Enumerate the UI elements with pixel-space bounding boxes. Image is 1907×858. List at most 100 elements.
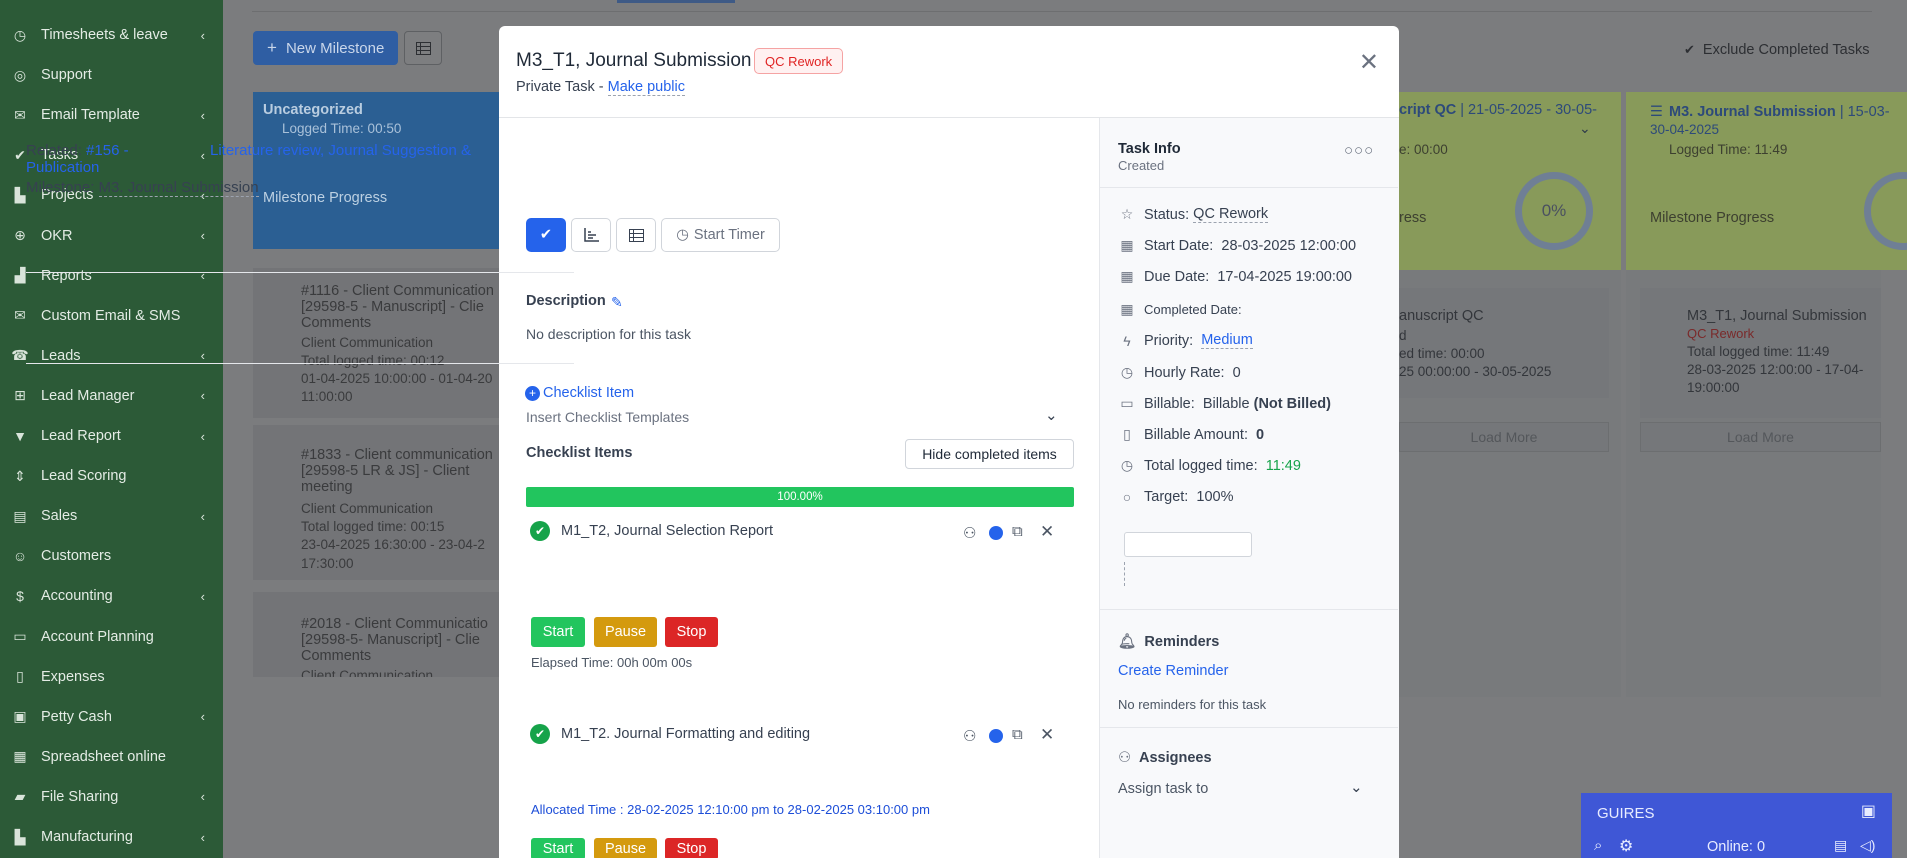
sidebar-item[interactable]: ◎ Support <box>0 57 223 93</box>
timesheets-button[interactable] <box>616 218 656 252</box>
sidebar-item[interactable]: ☎ Leads ‹ <box>0 338 223 374</box>
kanban-card[interactable]: anuscript QC d ed time: 00:00 25 00:00:0… <box>1399 288 1609 398</box>
delete-icon[interactable]: ✕ <box>1040 522 1054 542</box>
sidebar-item-label: Lead Scoring <box>41 468 127 485</box>
chevron-down-icon[interactable]: ⌄ <box>1045 406 1058 424</box>
sidebar-item[interactable]: ⊞ Lead Manager ‹ <box>0 378 223 414</box>
related-project-link[interactable]: Literature review, Journal Suggestion & <box>210 142 471 159</box>
milestone-progress-label: Milestone Progress <box>263 190 388 206</box>
close-icon[interactable]: ✕ <box>1359 48 1379 77</box>
modal-header: M3_T1, Journal Submission QC Rework Priv… <box>499 26 1399 118</box>
start-button[interactable]: Start <box>531 617 585 647</box>
sidebar-item[interactable]: ▙ Manufacturing ‹ <box>0 819 223 855</box>
assign-task-select[interactable]: Assign task to <box>1118 781 1208 797</box>
status-value[interactable]: QC Rework <box>1193 206 1269 223</box>
table-view-button[interactable] <box>404 31 442 65</box>
start-date-value[interactable]: 28-03-2025 12:00:00 <box>1221 238 1356 254</box>
sidebar-item[interactable]: ▦ Spreadsheet online <box>0 739 223 775</box>
kanban-card[interactable]: M3_T1, Journal Submission QC Rework Tota… <box>1640 288 1881 418</box>
column-title: cript QC <box>1399 102 1457 118</box>
statistics-button[interactable] <box>571 218 611 252</box>
related-project-link[interactable]: Publication <box>26 159 99 176</box>
search-icon[interactable]: ⌕ <box>1594 837 1602 854</box>
sidebar-item[interactable]: ▣ Petty Cash ‹ <box>0 699 223 735</box>
start-timer-button[interactable]: ◷ Start Timer <box>661 218 780 252</box>
target-value: 100% <box>1196 489 1234 505</box>
kanban-card[interactable]: #2018 - Client Communicatio [29598-5- Ma… <box>253 592 501 677</box>
priority-value[interactable]: Medium <box>1201 332 1253 349</box>
pause-button[interactable]: Pause <box>594 617 657 647</box>
due-date-value[interactable]: 17-04-2025 19:00:00 <box>1217 269 1352 285</box>
sidebar-item[interactable]: ▯ Expenses <box>0 659 223 695</box>
crosshair-icon: ⊕ <box>14 227 26 243</box>
add-checklist-item-button[interactable]: + Checklist Item <box>525 385 634 401</box>
copy-icon[interactable]: ⧉ <box>1012 726 1023 743</box>
chevron-down-icon[interactable]: ⌄ <box>1579 120 1591 137</box>
priority-label: Priority: <box>1144 332 1194 349</box>
chat-widget[interactable]: GUIRES ▣ ⌕ ⚙ Online: 0 ▤ ◁) <box>1581 793 1892 858</box>
chevron-down-icon[interactable]: ⌄ <box>1350 778 1363 796</box>
clock-icon[interactable] <box>989 526 1003 540</box>
checklist-progress-bar: 100.00% <box>526 487 1074 507</box>
new-milestone-button[interactable]: + New Milestone <box>253 31 398 65</box>
load-more-button[interactable]: Load More <box>1640 422 1881 452</box>
sidebar-item[interactable]: ⊕ OKR ‹ <box>0 218 223 254</box>
card-dates: 17:30:00 <box>301 556 354 571</box>
hourly-rate-label: Hourly Rate: <box>1144 364 1225 381</box>
checklist-item-text[interactable]: M1_T2. Journal Formatting and editing <box>561 726 810 742</box>
sound-icon[interactable]: ◁) <box>1860 837 1875 854</box>
milestone-value[interactable]: M3. Journal Submission <box>98 179 259 197</box>
sidebar-item[interactable]: ✉ Email Template ‹ <box>0 97 223 133</box>
message-icon[interactable]: ▤ <box>1834 837 1847 854</box>
kanban-card[interactable]: #1833 - Client communication [29598-5 LR… <box>253 425 501 580</box>
check-icon[interactable]: ✔ <box>530 724 550 744</box>
divider <box>26 363 574 364</box>
hide-completed-button[interactable]: Hide completed items <box>905 439 1074 469</box>
mark-complete-button[interactable]: ✔ <box>526 218 566 252</box>
start-button[interactable]: Start <box>531 838 585 858</box>
sidebar-item[interactable]: ▟ Reports ‹ <box>0 258 223 294</box>
card-status: d <box>1399 328 1407 343</box>
gear-icon[interactable]: ⚙ <box>1619 836 1633 856</box>
check-icon[interactable]: ✔ <box>530 521 550 541</box>
assign-user-icon[interactable]: ⚇ <box>963 524 976 542</box>
create-reminder-link[interactable]: Create Reminder <box>1118 663 1228 679</box>
make-public-link[interactable]: Make public <box>607 79 685 96</box>
card-title-line: [29598-5 LR & JS] - Client <box>301 463 470 479</box>
sidebar-item[interactable]: ◷ Timesheets & leave ‹ <box>0 17 223 53</box>
load-more-button[interactable]: Load More <box>1399 422 1609 452</box>
insert-templates-select[interactable]: Insert Checklist Templates <box>526 409 689 425</box>
reminders-header: 🔔︎ Reminders <box>1118 633 1219 650</box>
calendar-icon: ▦ <box>1120 237 1134 253</box>
card-title-line: [29598-5- Manuscript] - Clie <box>301 632 480 648</box>
exclude-completed-toggle[interactable]: ✔ Exclude Completed Tasks <box>1684 42 1869 58</box>
chevron-left-icon: ‹ <box>200 789 205 805</box>
sidebar-item-label: Custom Email & SMS <box>41 307 181 324</box>
stop-button[interactable]: Stop <box>665 838 718 858</box>
assign-user-icon[interactable]: ⚇ <box>963 727 976 745</box>
tags-input[interactable] <box>1124 532 1252 557</box>
sidebar-item[interactable]: ▼ Lead Report ‹ <box>0 418 223 454</box>
column-logged-time: e: 00:00 <box>1399 142 1448 157</box>
sidebar-item[interactable]: ▭ Account Planning <box>0 619 223 655</box>
expand-icon[interactable]: ▣ <box>1861 801 1876 821</box>
chevron-left-icon: ‹ <box>200 709 205 725</box>
sidebar-item[interactable]: ▰ File Sharing ‹ <box>0 779 223 815</box>
kanban-card[interactable]: #1116 - Client Communication [29598-5 - … <box>253 268 501 418</box>
filter-icon: ▼ <box>13 428 27 444</box>
sidebar-item[interactable]: ⇕ Lead Scoring <box>0 458 223 494</box>
sidebar-item[interactable]: ☺ Customers <box>0 538 223 574</box>
sidebar-item[interactable]: ✉ Custom Email & SMS <box>0 298 223 334</box>
edit-icon[interactable]: ✎ <box>611 294 623 311</box>
delete-icon[interactable]: ✕ <box>1040 725 1054 745</box>
pause-button[interactable]: Pause <box>594 838 657 858</box>
clock-icon[interactable] <box>989 729 1003 743</box>
stop-button[interactable]: Stop <box>665 617 718 647</box>
more-options-icon[interactable]: ○○○ <box>1344 142 1374 159</box>
copy-icon[interactable]: ⧉ <box>1012 523 1023 540</box>
checklist-item-text[interactable]: M1_T2, Journal Selection Report <box>561 523 773 539</box>
sidebar-item[interactable]: ▤ Sales ‹ <box>0 498 223 534</box>
related-project-link[interactable]: #156 - <box>86 142 129 159</box>
sidebar-item-label: Expenses <box>41 668 105 685</box>
sidebar-item[interactable]: $ Accounting ‹ <box>0 578 223 614</box>
